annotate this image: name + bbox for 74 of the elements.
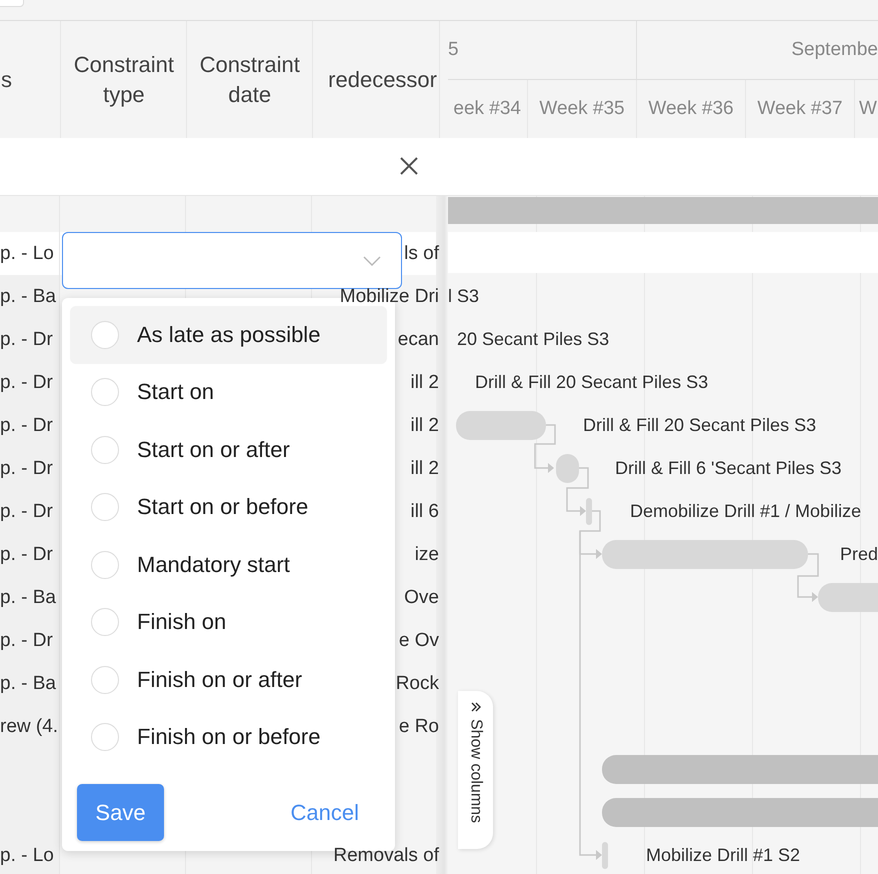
task-label: Drill & Fill 20 Secant Piles S3 [475, 371, 708, 393]
task-name-cell[interactable]: p. - Dr [0, 490, 60, 533]
task-name-cell[interactable]: p. - Dr [0, 361, 60, 404]
task-label: Drill & Fill 6 'Secant Piles S3 [615, 457, 842, 479]
task-name-cell[interactable]: p. - Dr [0, 318, 60, 361]
column-header[interactable]: Constraint type [61, 50, 186, 110]
predecessor-text: ill 6 [410, 500, 439, 522]
option-item[interactable]: As late as possible [70, 306, 387, 364]
week-label: eek #34 [453, 98, 521, 120]
month-label: Septembe [791, 39, 878, 61]
week-label: Week #37 [757, 98, 843, 120]
predecessor-text: ill 2 [410, 372, 439, 394]
radio-button[interactable] [91, 493, 119, 522]
week-label: Week #35 [539, 98, 625, 120]
milestone-bar[interactable] [602, 842, 608, 869]
task-name-cell[interactable]: p. - Ba [0, 662, 60, 705]
week-label: Week #36 [648, 98, 734, 120]
radio-button[interactable] [91, 550, 119, 579]
predecessor-text: ize [414, 544, 439, 566]
week-label: W [859, 98, 877, 120]
radio-button[interactable] [91, 666, 119, 694]
summary-bar[interactable] [448, 197, 878, 224]
predecessor-text: Mobilize Dri [340, 286, 439, 308]
predecessor-text: e Ov [398, 630, 439, 652]
task-bar[interactable] [602, 540, 808, 569]
option-item[interactable]: Finish on [70, 594, 387, 651]
option-item[interactable]: Start on or before [70, 478, 387, 536]
task-name-cell[interactable]: p. - Ba [0, 275, 60, 318]
task-bar[interactable] [556, 454, 579, 483]
option-item[interactable]: Finish on or after [70, 651, 387, 708]
predecessor-text: Rock [396, 672, 439, 694]
chevron-down-icon [363, 256, 381, 266]
constraint-type-dropdown[interactable] [62, 232, 402, 289]
option-item[interactable]: Start on or after [70, 421, 387, 478]
task-label: Pred [840, 543, 878, 565]
radio-button[interactable] [91, 378, 119, 406]
radio-button[interactable] [91, 436, 119, 464]
predecessor-text: ill 2 [410, 414, 439, 436]
task-name-cell[interactable]: p. - Lo [0, 834, 60, 874]
task-bar[interactable] [456, 411, 546, 440]
task-name-cell[interactable]: p. - Dr [0, 533, 60, 576]
option-item[interactable]: Mandatory start [70, 536, 387, 594]
task-label: 20 Secant Piles S3 [457, 328, 610, 350]
predecessor-text: ls of [404, 242, 439, 264]
radio-button[interactable] [91, 723, 119, 752]
predecessor-text: ecan [398, 328, 439, 350]
close-icon[interactable] [399, 156, 419, 176]
predecessor-text: Ove [404, 586, 439, 608]
task-label: Drill & Fill 20 Secant Piles S3 [583, 414, 816, 436]
show-columns-tab[interactable]: Show columns [458, 691, 493, 849]
radio-button[interactable] [91, 608, 119, 636]
predecessor-text: e Ro [398, 716, 439, 738]
task-name-cell[interactable]: p. - Dr [0, 447, 60, 490]
task-label: Demobilize Drill #1 / Mobilize [630, 500, 862, 522]
double-chevron-icon [470, 701, 482, 713]
summary-bar[interactable] [602, 798, 878, 827]
task-label: Mobilize Drill #1 S2 [646, 844, 800, 866]
milestone-bar[interactable] [586, 498, 592, 525]
month-label: 5 [448, 39, 459, 61]
task-name-cell[interactable]: p. - Ba [0, 576, 60, 619]
option-item[interactable]: Finish on or before [70, 708, 387, 766]
predecessor-text: ill 2 [410, 458, 439, 480]
column-header[interactable]: Constraint date [187, 50, 312, 110]
predecessor-text: Removals of [333, 844, 439, 866]
column-header[interactable]: redecessor [328, 64, 437, 94]
task-name-cell[interactable]: p. - Lo [0, 232, 60, 275]
option-item[interactable]: Start on [70, 364, 387, 421]
task-label: l S3 [448, 285, 480, 307]
task-name-cell[interactable]: rew (4. [0, 705, 60, 748]
task-name-cell[interactable]: p. - Dr [0, 404, 60, 447]
task-name-cell[interactable]: p. - Dr [0, 619, 60, 662]
summary-bar[interactable] [602, 755, 878, 784]
column-header[interactable]: s [1, 64, 12, 94]
radio-button[interactable] [91, 320, 119, 349]
